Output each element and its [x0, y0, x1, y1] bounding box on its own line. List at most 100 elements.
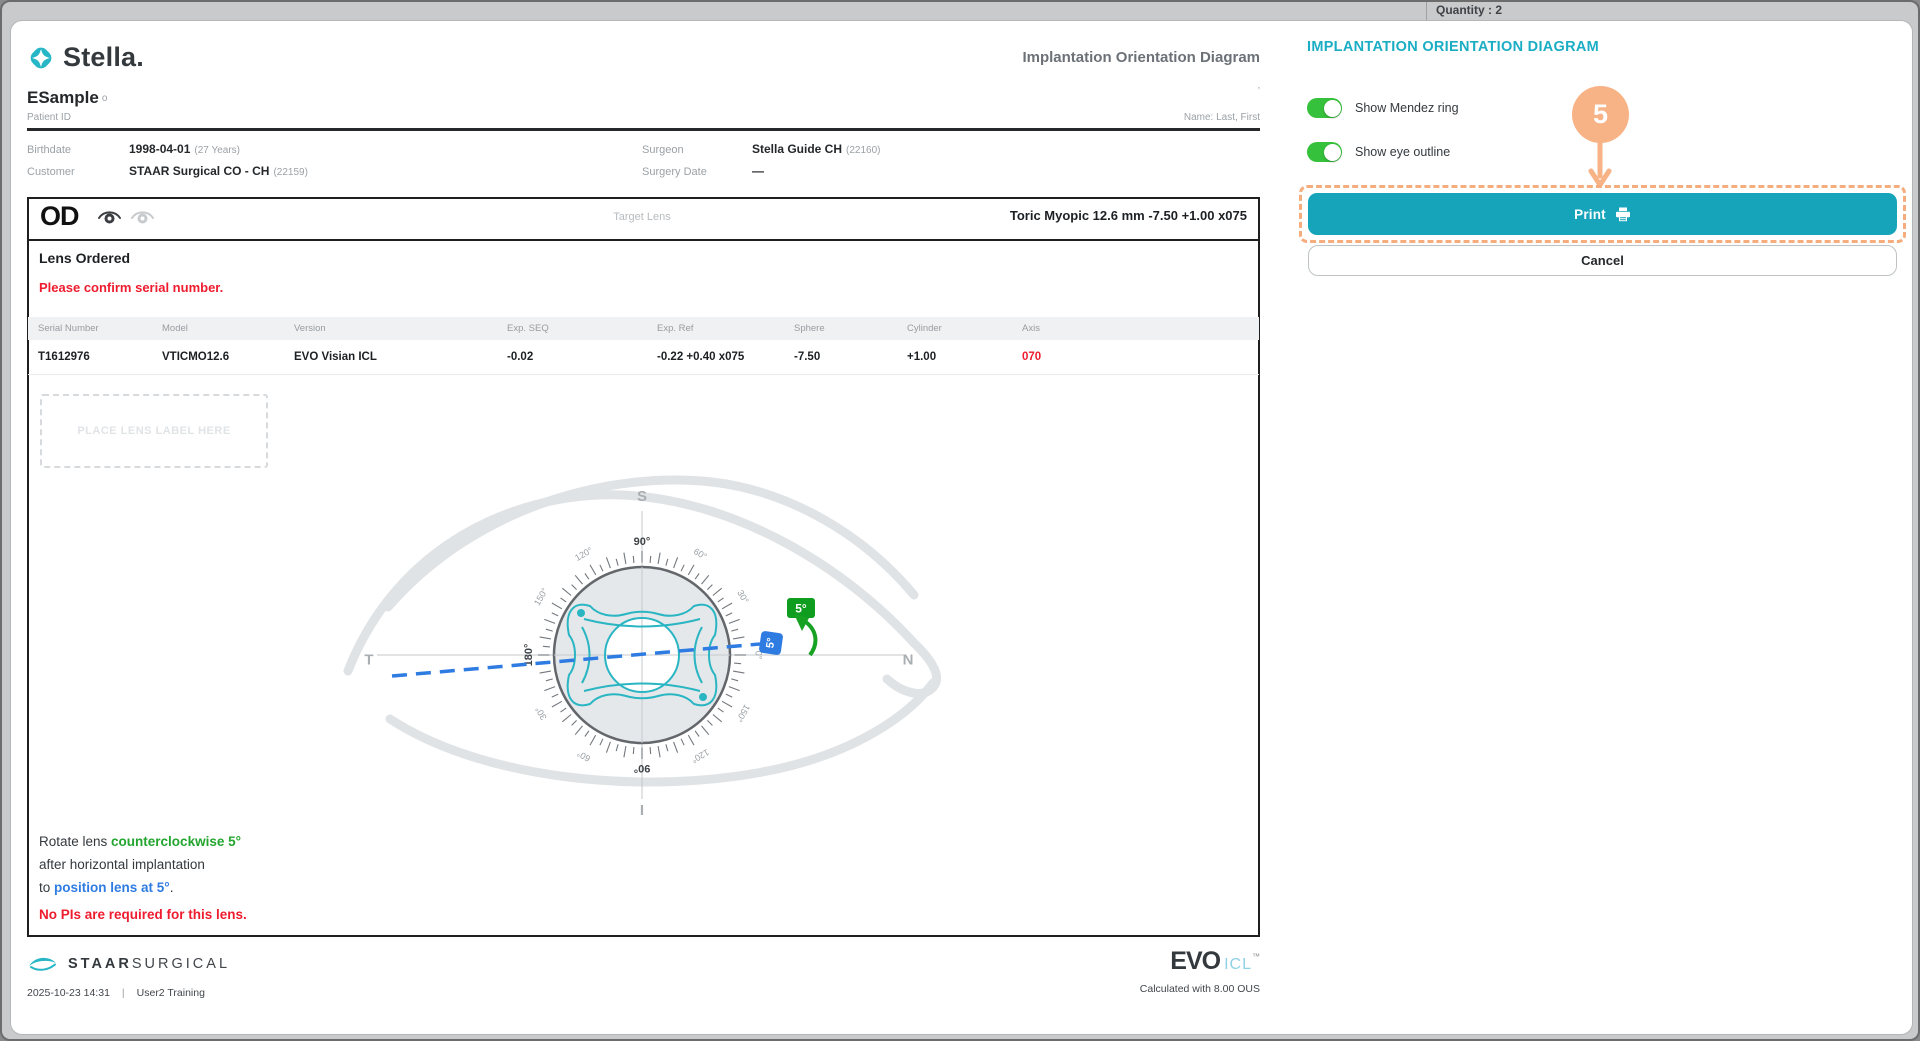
ring-tick	[722, 701, 732, 707]
table-cell: -7.50	[794, 351, 907, 363]
lens-label-placeholder: PLACE LENS LABEL HERE	[40, 394, 268, 468]
patient-name-mark: o	[102, 93, 108, 104]
table-cell: +1.00	[907, 351, 1022, 363]
ring-tick	[600, 565, 603, 571]
column-header: Model	[162, 323, 294, 334]
cancel-button[interactable]: Cancel	[1308, 245, 1897, 276]
ring-tick	[543, 646, 550, 647]
patient-info-right: SurgeonStella Guide CH(22160)Surgery Dat…	[642, 142, 881, 181]
ring-tick	[731, 679, 738, 681]
ring-tick	[734, 663, 741, 664]
compass-temporal: T	[364, 652, 373, 669]
ring-tick	[561, 598, 567, 602]
eye-side-label: OD	[40, 201, 79, 232]
ring-tick	[733, 671, 744, 673]
ring-tick	[681, 739, 684, 745]
toggle-switch[interactable]	[1307, 142, 1342, 162]
ring-tick	[702, 575, 709, 584]
ring-tick	[729, 619, 740, 623]
ring-tick	[718, 708, 724, 712]
info-field: Surgery Date—	[642, 164, 881, 181]
toggle-label: Show eye outline	[1355, 145, 1450, 159]
ring-tick	[562, 588, 571, 595]
ring-tick	[695, 574, 699, 580]
toggle-knob	[1324, 144, 1341, 161]
ccw-highlight: counterclockwise 5°	[111, 834, 241, 849]
footer-user: User2 Training	[137, 987, 205, 999]
ring-tick	[729, 687, 740, 691]
ring-tick	[650, 747, 651, 754]
calculation-note: Calculated with 8.00 OUS	[998, 983, 1260, 995]
ring-tick	[616, 559, 618, 566]
ring-tick	[713, 715, 722, 722]
ring-tick	[688, 565, 694, 575]
compass-inferior: I	[640, 802, 644, 819]
stella-logo-icon	[27, 44, 55, 72]
ring-tick	[726, 613, 732, 616]
column-header: Sphere	[794, 323, 907, 334]
toggle-row-show-mendez-ring: Show Mendez ring	[1307, 98, 1459, 118]
column-header: Cylinder	[907, 323, 1022, 334]
ring-tick	[540, 671, 551, 673]
target-lens-value: Toric Myopic 12.6 mm -7.50 +1.00 x075	[902, 208, 1247, 223]
staar-surgical-logo: STAARSURGICAL	[27, 954, 230, 973]
screen: Quantity : 2 Stella. Implantation Orient…	[0, 0, 1920, 1041]
evo-icl-logo: EVOICL™	[998, 947, 1260, 976]
info-value: Stella Guide CH(22160)	[752, 142, 881, 156]
ring-tick	[590, 735, 596, 745]
table-cell: VTICMO12.6	[162, 351, 294, 363]
toggle-switch[interactable]	[1307, 98, 1342, 118]
eye-open-dark-icon[interactable]	[97, 209, 122, 226]
ring-tick	[590, 565, 596, 575]
patient-id-label: Patient ID	[27, 112, 71, 123]
rotation-badge: 5°	[787, 598, 815, 618]
ring-degree-label: 60°	[575, 748, 592, 764]
info-value: STAAR Surgical CO - CH(22159)	[129, 164, 308, 178]
ring-tick	[707, 720, 712, 725]
ring-tick	[552, 603, 562, 609]
implantation-diagram: 0°30°60°90°120°150°180°30°60°90°120°150°…	[292, 467, 972, 827]
ring-tick	[562, 715, 571, 722]
table-cell: -0.22 +0.40 x075	[657, 351, 794, 363]
toggle-row-show-eye-outline: Show eye outline	[1307, 142, 1459, 162]
name-format-hint: Name: Last, First	[1060, 112, 1260, 123]
panel-title: IMPLANTATION ORIENTATION DIAGRAM	[1307, 39, 1599, 55]
info-note: (27 Years)	[194, 145, 240, 156]
eye-open-light-icon[interactable]	[130, 209, 155, 226]
ring-tick	[633, 556, 634, 563]
patient-name: ESampleo	[27, 88, 107, 108]
compass-superior: S	[637, 488, 647, 505]
axis-badge: 5°	[759, 631, 784, 656]
toggle-group: Show Mendez ring Show eye outline	[1307, 98, 1459, 162]
print-button[interactable]: Print	[1308, 193, 1897, 235]
ring-tick	[674, 557, 678, 568]
ring-tick	[606, 742, 610, 753]
column-header: Axis	[1022, 323, 1142, 334]
footer-meta: 2025-10-23 14:31 | User2 Training	[27, 987, 205, 999]
ring-tick	[572, 720, 577, 725]
ring-tick	[552, 613, 558, 616]
ring-degree-label: 30°	[533, 705, 549, 722]
info-note: (22160)	[846, 145, 880, 156]
ring-tick	[688, 735, 694, 745]
ring-tick	[650, 556, 651, 563]
info-note: (22159)	[273, 167, 307, 178]
info-label: Birthdate	[27, 144, 129, 156]
ring-tick	[707, 585, 712, 590]
ring-tick	[575, 575, 582, 584]
lens-ordered-title: Lens Ordered	[39, 250, 130, 266]
lens-table-row: T1612976VTICMO12.6EVO Visian ICL-0.02-0.…	[28, 340, 1259, 375]
printer-icon	[1615, 207, 1631, 222]
top-strip-divider	[1426, 2, 1427, 20]
ring-tick	[606, 557, 610, 568]
svg-text:5°: 5°	[795, 602, 807, 616]
ring-tick	[552, 701, 562, 707]
ring-degree-label: 120°	[573, 545, 594, 563]
ring-degree-label: 150°	[734, 703, 752, 724]
info-label: Surgery Date	[642, 166, 752, 178]
ring-tick	[624, 553, 626, 564]
ring-tick	[575, 726, 582, 735]
step-5-annotation: 5	[1572, 86, 1629, 143]
ring-tick	[585, 574, 589, 580]
ring-tick	[681, 565, 684, 571]
